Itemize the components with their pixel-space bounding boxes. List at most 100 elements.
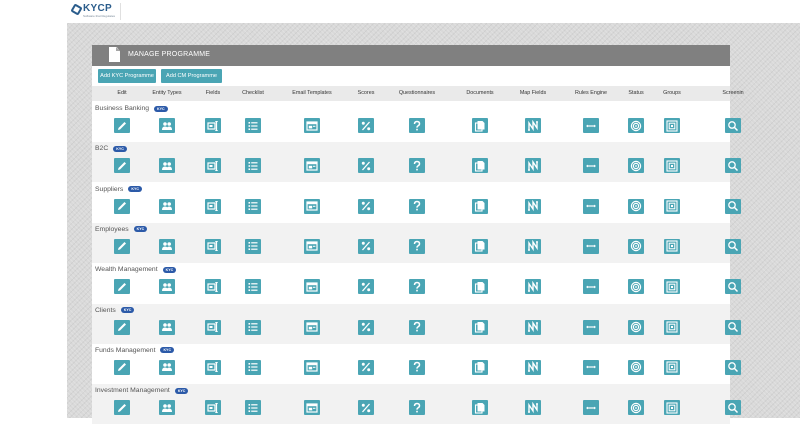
- people-button[interactable]: [159, 279, 175, 295]
- percent-button[interactable]: [358, 238, 374, 254]
- question-button[interactable]: [409, 279, 425, 295]
- rules-engine-button[interactable]: [583, 118, 599, 133]
- edit-button[interactable]: [114, 238, 130, 254]
- question-button[interactable]: [409, 319, 425, 335]
- documents-button[interactable]: [472, 359, 488, 375]
- groups-button[interactable]: [664, 118, 680, 133]
- edit-button[interactable]: [114, 319, 130, 335]
- fields-button[interactable]: [205, 279, 221, 295]
- question-button[interactable]: [409, 400, 425, 416]
- map-fields-button[interactable]: [525, 400, 541, 416]
- email-template-button[interactable]: [304, 198, 320, 214]
- rules-engine-button[interactable]: [583, 359, 599, 375]
- edit-button[interactable]: [114, 359, 130, 375]
- email-template-button[interactable]: [304, 238, 320, 254]
- screening-button[interactable]: [725, 400, 741, 416]
- status-button[interactable]: [628, 118, 644, 133]
- fields-button[interactable]: [205, 319, 221, 335]
- screening-button[interactable]: [725, 279, 741, 295]
- map-fields-button[interactable]: [525, 158, 541, 174]
- fields-button[interactable]: [205, 400, 221, 416]
- map-fields-button[interactable]: [525, 279, 541, 295]
- documents-button[interactable]: [472, 400, 488, 416]
- edit-button[interactable]: [114, 118, 130, 133]
- groups-button[interactable]: [664, 359, 680, 375]
- screening-button[interactable]: [725, 359, 741, 375]
- screening-button[interactable]: [725, 198, 741, 214]
- people-button[interactable]: [159, 238, 175, 254]
- question-button[interactable]: [409, 359, 425, 375]
- percent-button[interactable]: [358, 198, 374, 214]
- groups-button[interactable]: [664, 238, 680, 254]
- status-button[interactable]: [628, 359, 644, 375]
- email-template-button[interactable]: [304, 118, 320, 133]
- checklist-button[interactable]: [245, 319, 261, 335]
- question-button[interactable]: [409, 158, 425, 174]
- map-fields-button[interactable]: [525, 238, 541, 254]
- map-fields-button[interactable]: [525, 198, 541, 214]
- email-template-button[interactable]: [304, 359, 320, 375]
- email-template-button[interactable]: [304, 319, 320, 335]
- rules-engine-button[interactable]: [583, 158, 599, 174]
- documents-button[interactable]: [472, 118, 488, 133]
- rules-engine-button[interactable]: [583, 279, 599, 295]
- checklist-button[interactable]: [245, 158, 261, 174]
- people-button[interactable]: [159, 359, 175, 375]
- edit-button[interactable]: [114, 158, 130, 174]
- checklist-button[interactable]: [245, 198, 261, 214]
- checklist-button[interactable]: [245, 238, 261, 254]
- fields-button[interactable]: [205, 238, 221, 254]
- screening-button[interactable]: [725, 118, 741, 133]
- add-kyc-programme-button[interactable]: Add KYC Programme: [98, 69, 156, 83]
- people-button[interactable]: [159, 198, 175, 214]
- kycp-logo[interactable]: KYCP Software that Regulates: [70, 3, 120, 21]
- question-button[interactable]: [409, 238, 425, 254]
- screening-button[interactable]: [725, 158, 741, 174]
- fields-button[interactable]: [205, 158, 221, 174]
- question-button[interactable]: [409, 198, 425, 214]
- percent-button[interactable]: [358, 359, 374, 375]
- email-template-button[interactable]: [304, 279, 320, 295]
- checklist-button[interactable]: [245, 400, 261, 416]
- documents-button[interactable]: [472, 279, 488, 295]
- status-button[interactable]: [628, 319, 644, 335]
- rules-engine-button[interactable]: [583, 198, 599, 214]
- percent-button[interactable]: [358, 158, 374, 174]
- people-button[interactable]: [159, 319, 175, 335]
- add-cm-programme-button[interactable]: Add CM Programme: [161, 69, 222, 83]
- fields-button[interactable]: [205, 118, 221, 133]
- groups-button[interactable]: [664, 279, 680, 295]
- rules-engine-button[interactable]: [583, 238, 599, 254]
- map-fields-button[interactable]: [525, 319, 541, 335]
- status-button[interactable]: [628, 198, 644, 214]
- groups-button[interactable]: [664, 400, 680, 416]
- fields-button[interactable]: [205, 198, 221, 214]
- people-button[interactable]: [159, 400, 175, 416]
- groups-button[interactable]: [664, 319, 680, 335]
- fields-button[interactable]: [205, 359, 221, 375]
- checklist-button[interactable]: [245, 279, 261, 295]
- groups-button[interactable]: [664, 158, 680, 174]
- edit-button[interactable]: [114, 279, 130, 295]
- edit-button[interactable]: [114, 400, 130, 416]
- status-button[interactable]: [628, 400, 644, 416]
- rules-engine-button[interactable]: [583, 400, 599, 416]
- documents-button[interactable]: [472, 198, 488, 214]
- documents-button[interactable]: [472, 158, 488, 174]
- email-template-button[interactable]: [304, 158, 320, 174]
- percent-button[interactable]: [358, 400, 374, 416]
- people-button[interactable]: [159, 158, 175, 174]
- screening-button[interactable]: [725, 319, 741, 335]
- people-button[interactable]: [159, 118, 175, 133]
- status-button[interactable]: [628, 238, 644, 254]
- percent-button[interactable]: [358, 279, 374, 295]
- screening-button[interactable]: [725, 238, 741, 254]
- map-fields-button[interactable]: [525, 118, 541, 133]
- status-button[interactable]: [628, 279, 644, 295]
- percent-button[interactable]: [358, 118, 374, 133]
- documents-button[interactable]: [472, 238, 488, 254]
- percent-button[interactable]: [358, 319, 374, 335]
- checklist-button[interactable]: [245, 118, 261, 133]
- documents-button[interactable]: [472, 319, 488, 335]
- question-button[interactable]: [409, 118, 425, 133]
